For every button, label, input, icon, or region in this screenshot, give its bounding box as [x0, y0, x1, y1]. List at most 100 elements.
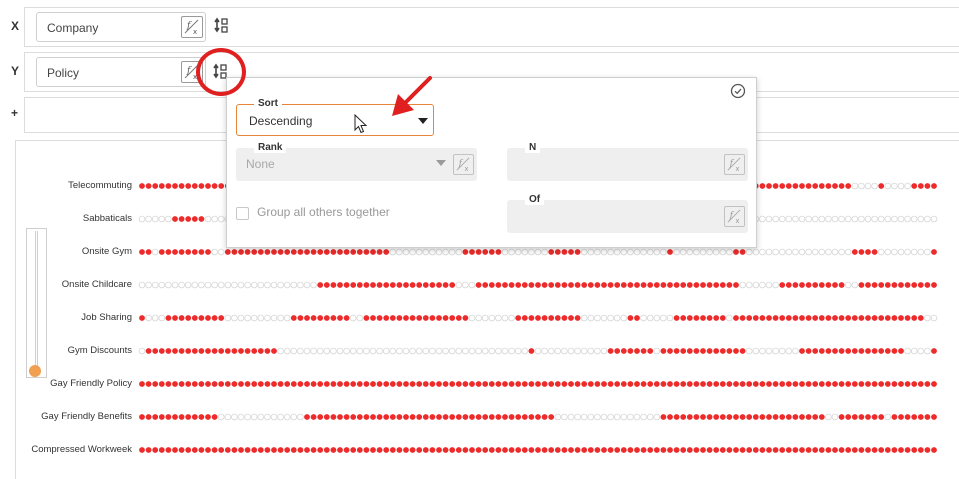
data-point — [733, 282, 739, 288]
svg-text:f: f — [729, 210, 735, 220]
data-point — [363, 282, 370, 288]
fx-icon[interactable]: f x — [724, 206, 745, 227]
data-point — [310, 281, 317, 289]
data-point — [799, 381, 805, 387]
data-point — [244, 348, 251, 354]
data-point — [436, 315, 442, 321]
data-point — [205, 381, 211, 387]
data-point — [436, 381, 442, 387]
data-point — [224, 381, 231, 387]
data-point — [158, 281, 166, 289]
data-point — [581, 447, 588, 453]
data-point — [877, 248, 885, 256]
data-point — [607, 348, 614, 354]
data-point — [403, 315, 409, 321]
data-point — [468, 314, 476, 322]
data-point — [653, 314, 661, 322]
data-point — [191, 249, 198, 255]
data-point — [185, 447, 192, 453]
data-point — [436, 414, 442, 420]
data-point — [455, 281, 463, 289]
data-point — [389, 447, 396, 453]
data-point — [370, 381, 376, 387]
data-point — [733, 414, 739, 420]
data-point — [488, 282, 495, 288]
data-point — [442, 447, 449, 453]
data-point — [297, 413, 304, 421]
data-point — [337, 249, 343, 255]
data-point — [851, 414, 858, 420]
data-point — [679, 248, 687, 256]
data-point — [805, 282, 812, 288]
data-point — [700, 381, 706, 387]
fx-icon[interactable]: f x — [724, 154, 745, 175]
data-point — [416, 282, 423, 288]
data-point — [600, 248, 608, 256]
data-point — [284, 447, 291, 453]
data-point — [488, 447, 495, 453]
data-point — [323, 414, 330, 420]
data-point — [580, 314, 588, 322]
data-point — [535, 315, 541, 321]
data-point — [766, 447, 772, 453]
data-point — [832, 348, 838, 354]
data-point — [185, 249, 192, 255]
group-others-checkbox[interactable] — [236, 207, 249, 220]
data-point — [541, 248, 548, 256]
data-point — [330, 315, 337, 321]
data-point — [502, 282, 508, 288]
data-point — [481, 314, 489, 322]
data-point — [429, 315, 436, 321]
data-point — [726, 348, 733, 354]
data-point — [482, 282, 489, 288]
data-point — [825, 348, 832, 354]
data-point — [871, 348, 878, 354]
data-point — [198, 414, 205, 420]
mouse-cursor-icon — [354, 114, 368, 134]
data-point — [165, 281, 172, 289]
check-circle-icon[interactable] — [730, 83, 746, 99]
data-point — [185, 315, 192, 321]
data-point — [389, 248, 397, 256]
data-point — [752, 447, 759, 453]
data-point — [297, 281, 304, 289]
data-point — [304, 447, 310, 453]
data-point — [614, 348, 621, 354]
data-point — [931, 183, 937, 189]
n-field[interactable]: f x — [507, 148, 748, 181]
data-point — [858, 182, 865, 190]
data-point — [363, 414, 370, 420]
data-point — [356, 414, 363, 420]
data-point — [620, 381, 627, 387]
data-point — [521, 381, 528, 387]
data-point — [561, 315, 568, 321]
data-point — [818, 282, 825, 288]
data-point — [884, 215, 892, 223]
data-point — [218, 381, 225, 387]
data-point — [264, 348, 271, 354]
data-point — [673, 381, 680, 387]
fx-icon[interactable]: f x — [453, 154, 474, 175]
data-point — [290, 315, 297, 321]
data-point — [462, 447, 469, 453]
data-point — [468, 281, 476, 289]
data-point — [482, 414, 489, 420]
data-point — [884, 282, 891, 288]
data-point — [145, 281, 152, 289]
data-point — [337, 414, 343, 420]
data-point — [904, 215, 911, 223]
data-point — [607, 282, 614, 288]
data-point — [469, 381, 475, 387]
data-point — [396, 248, 403, 256]
data-point — [257, 281, 265, 289]
data-point — [251, 381, 258, 387]
data-point — [310, 347, 317, 355]
data-point — [317, 381, 324, 387]
data-point — [792, 215, 799, 223]
data-point — [488, 347, 496, 355]
data-point — [587, 314, 595, 322]
data-point — [878, 282, 885, 288]
data-point — [653, 413, 661, 421]
data-point — [337, 381, 343, 387]
data-point — [508, 414, 515, 420]
